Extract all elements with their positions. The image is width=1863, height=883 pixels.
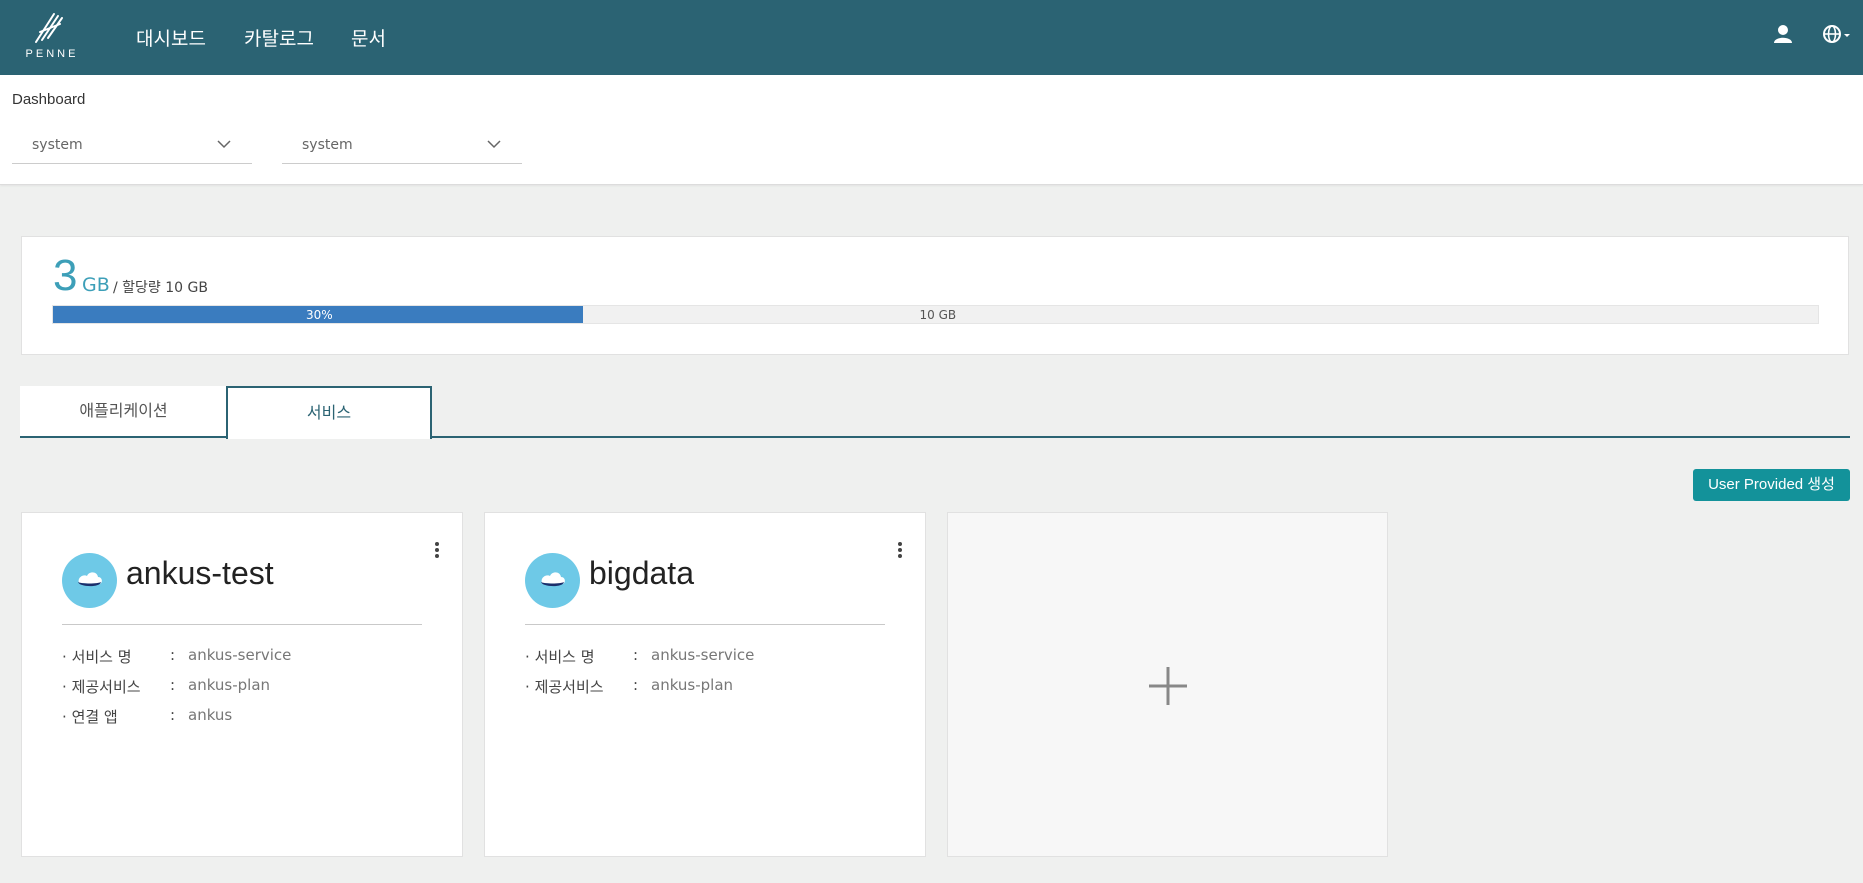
cloud-icon <box>78 572 102 587</box>
quota-percent-label: 30% <box>306 308 333 322</box>
quota-total-label: 10 GB <box>919 308 957 322</box>
quota-used-value: 3 <box>53 251 78 300</box>
org-select[interactable]: system <box>12 127 252 164</box>
label-provider: · 제공서비스 <box>525 678 604 696</box>
nav-item-docs[interactable]: 문서 <box>351 24 386 51</box>
colon: : <box>170 676 176 694</box>
label-bound-app: · 연결 앱 <box>62 708 118 726</box>
card-divider <box>525 624 885 625</box>
tab-services[interactable]: 서비스 <box>226 386 432 439</box>
space-select[interactable]: system <box>282 127 522 164</box>
quota-used-unit: GB <box>82 274 110 296</box>
globe-icon[interactable] <box>1822 24 1852 48</box>
plus-icon <box>1149 667 1187 705</box>
quota-progress-fill: 30% <box>53 306 583 323</box>
value-bound-app: ankus <box>188 706 233 724</box>
page-title: Dashboard <box>12 91 86 108</box>
service-avatar <box>525 553 580 608</box>
tab-applications[interactable]: 애플리케이션 <box>20 386 227 438</box>
add-service-card[interactable] <box>947 512 1388 857</box>
nav-item-dashboard[interactable]: 대시보드 <box>136 24 206 51</box>
label-provider: · 제공서비스 <box>62 678 141 696</box>
page-header: Dashboard system system <box>0 75 1863 185</box>
value-provider: ankus-plan <box>651 676 734 694</box>
label-service-name: · 서비스 명 <box>525 648 595 666</box>
colon: : <box>170 706 176 724</box>
top-nav: PENNE 대시보드 카탈로그 문서 <box>0 0 1863 75</box>
nav-item-catalog[interactable]: 카탈로그 <box>244 24 314 51</box>
quota-panel: 3 GB / 할당량 10 GB 30% 10 GB <box>21 236 1849 355</box>
chevron-down-icon <box>487 140 501 149</box>
service-name: ankus-test <box>126 555 274 591</box>
penne-logo[interactable]: PENNE <box>20 10 84 64</box>
chevron-down-icon <box>217 140 231 149</box>
user-icon[interactable] <box>1773 24 1793 48</box>
colon: : <box>633 676 639 694</box>
value-service-name: ankus-service <box>188 646 292 664</box>
service-avatar <box>62 553 117 608</box>
more-options-icon[interactable] <box>432 540 442 560</box>
value-service-name: ankus-service <box>651 646 755 664</box>
colon: : <box>170 646 176 664</box>
space-select-value: system <box>302 137 353 153</box>
service-name: bigdata <box>589 555 694 591</box>
quota-progress-bar: 30% 10 GB <box>52 305 1819 324</box>
org-select-value: system <box>32 137 83 153</box>
card-divider <box>62 624 422 625</box>
value-provider: ankus-plan <box>188 676 271 694</box>
logo-text: PENNE <box>25 48 79 60</box>
create-user-provided-button[interactable]: User Provided 생성 <box>1693 469 1850 501</box>
cloud-icon <box>541 572 565 587</box>
quota-allocation: / 할당량 10 GB <box>113 280 208 296</box>
service-card[interactable]: bigdata · 서비스 명 : ankus-service · 제공서비스 … <box>484 512 926 857</box>
feather-icon <box>35 13 63 43</box>
colon: : <box>633 646 639 664</box>
label-service-name: · 서비스 명 <box>62 648 132 666</box>
more-options-icon[interactable] <box>895 540 905 560</box>
service-card[interactable]: ankus-test · 서비스 명 : ankus-service · 제공서… <box>21 512 463 857</box>
